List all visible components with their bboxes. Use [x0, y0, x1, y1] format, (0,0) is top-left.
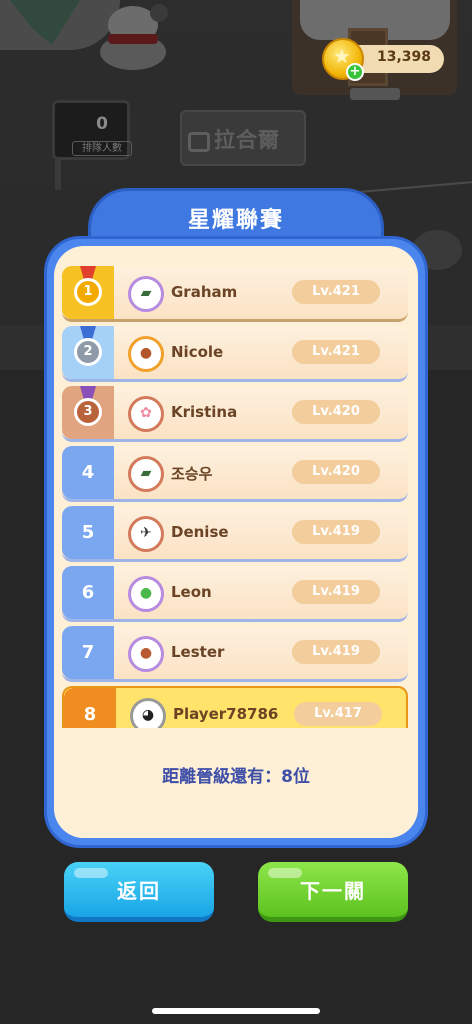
level-badge: Lv.421: [292, 340, 380, 364]
home-indicator[interactable]: [152, 1008, 320, 1014]
add-coins-button[interactable]: +: [346, 63, 364, 81]
ranking-row: 7 ● Lester Lv.419: [62, 626, 408, 682]
rank-number: 6: [81, 582, 95, 603]
bus-stop-name: 拉合爾: [214, 128, 280, 152]
player-name: 조승우: [171, 465, 213, 483]
rank-number: 5: [81, 522, 95, 543]
level-badge: Lv.419: [292, 640, 380, 664]
ranking-list: 1 ▰ Graham Lv.421 2 ● Nicole Lv.421 3 ✿ …: [54, 246, 418, 838]
snowman-scarf: [108, 34, 158, 44]
level-badge: Lv.420: [292, 460, 380, 484]
rank-number: 4: [81, 462, 95, 483]
level-badge: Lv.417: [294, 702, 382, 726]
bronze-medal-icon: 3: [74, 398, 102, 426]
rank-cell-bronze: 3: [62, 386, 114, 439]
avatar: ▰: [128, 456, 164, 492]
rank-cell: 5: [62, 506, 114, 559]
rank-cell: 6: [62, 566, 114, 619]
gold-medal-icon: 1: [74, 278, 102, 306]
player-name: Nicole: [171, 343, 224, 361]
bus-icon: [188, 132, 210, 152]
queue-sign-pole: [55, 160, 61, 190]
ranking-row: 1 ▰ Graham Lv.421: [62, 266, 408, 322]
coin-amount: 13,398: [376, 49, 432, 65]
rank-number: 8: [83, 704, 97, 725]
level-badge: Lv.419: [292, 520, 380, 544]
level-badge: Lv.421: [292, 280, 380, 304]
rank-cell-gold: 1: [62, 266, 114, 319]
house-step: [350, 88, 400, 100]
rank-cell-silver: 2: [62, 326, 114, 379]
ranking-row: 2 ● Nicole Lv.421: [62, 326, 408, 382]
avatar: ▰: [128, 276, 164, 312]
player-name: Denise: [171, 523, 229, 541]
avatar: ●: [128, 636, 164, 672]
level-badge: Lv.419: [292, 580, 380, 604]
snowman-hat: [150, 4, 168, 22]
avatar: ✿: [128, 396, 164, 432]
queue-count: 0: [96, 114, 108, 134]
player-name: Player78786: [173, 705, 279, 723]
promotion-status: 距離晉級還有：8位: [162, 767, 310, 787]
ranking-row: 4 ▰ 조승우 Lv.420: [62, 446, 408, 502]
button-gloss: [74, 868, 108, 878]
button-gloss: [268, 868, 302, 878]
ranking-row: 6 ● Leon Lv.419: [62, 566, 408, 622]
player-name: Leon: [171, 583, 212, 601]
ranking-row: 5 ✈ Denise Lv.419: [62, 506, 408, 562]
ranking-row: 3 ✿ Kristina Lv.420: [62, 386, 408, 442]
league-title: 星耀聯賽: [187, 208, 284, 233]
avatar: ●: [128, 576, 164, 612]
player-name: Lester: [171, 643, 225, 661]
rank-number: 7: [81, 642, 95, 663]
player-name: Kristina: [171, 403, 238, 421]
queue-label: 排隊人數: [72, 141, 132, 156]
avatar: ✈: [128, 516, 164, 552]
player-name: Graham: [171, 283, 238, 301]
level-badge: Lv.420: [292, 400, 380, 424]
avatar: ●: [128, 336, 164, 372]
rank-cell: 4: [62, 446, 114, 499]
rank-cell: 7: [62, 626, 114, 679]
silver-medal-icon: 2: [74, 338, 102, 366]
